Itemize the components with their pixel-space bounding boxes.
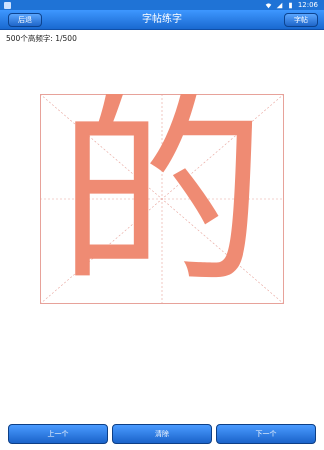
previous-button[interactable]: 上一个 — [8, 424, 108, 444]
app-bar: 字帖练字 后退 字帖 — [0, 10, 324, 30]
next-button[interactable]: 下一个 — [216, 424, 316, 444]
status-time: 12:06 — [297, 1, 318, 9]
page-title: 字帖练字 — [142, 14, 182, 25]
clear-button[interactable]: 清除 — [112, 424, 212, 444]
practice-character: 的 — [57, 94, 267, 304]
wifi-icon — [265, 2, 272, 8]
status-bar: 12:06 — [0, 0, 324, 10]
signal-icon — [276, 2, 283, 8]
practice-grid[interactable]: 的 — [39, 69, 285, 314]
notification-icon — [4, 1, 11, 9]
status-indicators: 12:06 — [265, 1, 318, 9]
rice-grid: 的 — [39, 69, 285, 314]
battery-icon — [288, 2, 292, 8]
back-button[interactable]: 后退 — [8, 13, 42, 27]
copybook-button[interactable]: 字帖 — [284, 13, 318, 27]
progress-counter: 500个高频字: 1/500 — [6, 34, 77, 43]
